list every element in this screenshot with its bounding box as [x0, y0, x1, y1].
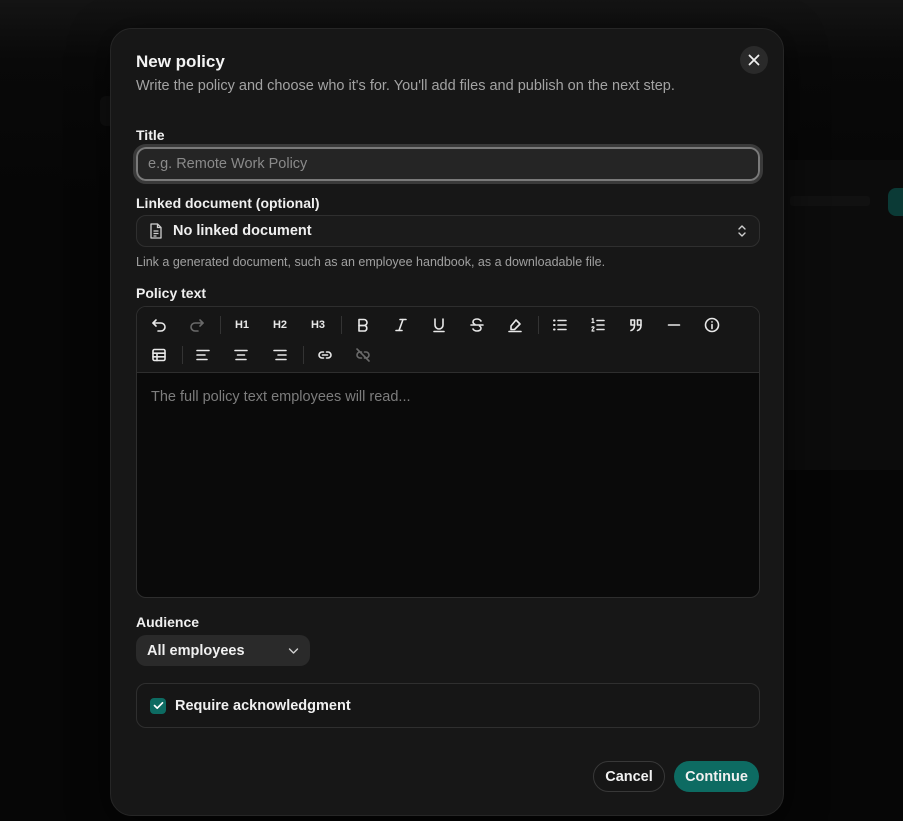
- link-button[interactable]: [312, 342, 338, 368]
- strikethrough-button[interactable]: [464, 312, 490, 338]
- highlight-button[interactable]: [502, 312, 528, 338]
- ordered-list-icon: [591, 317, 605, 332]
- underline-icon: [433, 318, 445, 333]
- policy-text-label: Policy text: [136, 285, 207, 301]
- unlink-icon: [356, 348, 370, 362]
- blockquote-button[interactable]: [623, 312, 649, 338]
- new-policy-dialog: New policy Write the policy and choose w…: [110, 28, 784, 816]
- heading-3-label: H3: [310, 319, 326, 331]
- align-right-icon: [273, 349, 287, 361]
- editor-toolbar: H1 H2 H3: [137, 307, 759, 373]
- redo-button[interactable]: [184, 312, 210, 338]
- unlink-button[interactable]: [350, 342, 376, 368]
- audience-select[interactable]: All employees: [136, 635, 310, 666]
- bold-icon: [358, 318, 368, 332]
- heading-1-button[interactable]: H1: [229, 312, 255, 338]
- linked-document-label: Linked document (optional): [136, 195, 320, 211]
- align-right-button[interactable]: [267, 342, 293, 368]
- bullet-list-icon: [553, 319, 567, 331]
- bullet-list-button[interactable]: [547, 312, 573, 338]
- undo-icon: [152, 319, 166, 332]
- heading-2-label: H2: [272, 319, 288, 331]
- heading-2-button[interactable]: H2: [267, 312, 293, 338]
- toolbar-separator: [303, 346, 304, 364]
- linked-document-help: Link a generated document, such as an em…: [136, 255, 606, 269]
- align-left-icon: [196, 349, 210, 361]
- cancel-button[interactable]: Cancel: [593, 761, 665, 792]
- heading-3-button[interactable]: H3: [305, 312, 331, 338]
- background-text: [790, 196, 870, 206]
- close-icon: [748, 54, 760, 66]
- redo-icon: [190, 319, 204, 332]
- strikethrough-icon: [470, 318, 484, 332]
- italic-icon: [395, 318, 407, 332]
- linked-document-select[interactable]: No linked document: [136, 215, 760, 247]
- audience-value: All employees: [147, 642, 245, 659]
- title-input[interactable]: [133, 144, 763, 184]
- callout-button[interactable]: [699, 312, 725, 338]
- acknowledgment-option[interactable]: Require acknowledgment: [136, 683, 760, 728]
- undo-button[interactable]: [146, 312, 172, 338]
- toolbar-separator: [538, 316, 539, 334]
- audience-label: Audience: [136, 614, 200, 630]
- chevron-updown-icon: [738, 225, 746, 237]
- continue-button[interactable]: Continue: [674, 761, 759, 792]
- align-center-icon: [234, 349, 248, 361]
- table-button[interactable]: [146, 342, 172, 368]
- align-center-button[interactable]: [228, 342, 254, 368]
- editor-placeholder: The full policy text employees will read…: [151, 389, 411, 405]
- ordered-list-button[interactable]: [585, 312, 611, 338]
- toolbar-separator: [220, 316, 221, 334]
- align-left-button[interactable]: [190, 342, 216, 368]
- link-icon: [318, 351, 332, 359]
- dialog-title: New policy: [136, 52, 225, 71]
- info-icon: [704, 317, 720, 333]
- italic-button[interactable]: [388, 312, 414, 338]
- document-icon: [150, 223, 162, 239]
- title-label: Title: [136, 127, 165, 143]
- toolbar-separator: [182, 346, 183, 364]
- highlighter-icon: [508, 319, 522, 333]
- heading-1-label: H1: [234, 319, 250, 331]
- acknowledgment-checkbox[interactable]: [150, 697, 166, 714]
- dialog-subtitle: Write the policy and choose who it's for…: [136, 78, 675, 94]
- underline-button[interactable]: [426, 312, 452, 338]
- acknowledgment-label: Require acknowledgment: [175, 697, 351, 714]
- quote-icon: [630, 319, 642, 332]
- toolbar-separator: [341, 316, 342, 334]
- chevron-down-icon: [288, 647, 299, 654]
- background-button: [888, 188, 903, 216]
- table-icon: [152, 348, 166, 362]
- horizontal-rule-button[interactable]: [661, 312, 687, 338]
- checkmark-icon: [153, 701, 163, 710]
- horizontal-rule-icon: [667, 324, 681, 326]
- linked-document-value: No linked document: [173, 223, 312, 239]
- bold-button[interactable]: [350, 312, 376, 338]
- close-button[interactable]: [740, 46, 768, 74]
- policy-text-editor[interactable]: H1 H2 H3 The full policy text employees …: [136, 306, 760, 598]
